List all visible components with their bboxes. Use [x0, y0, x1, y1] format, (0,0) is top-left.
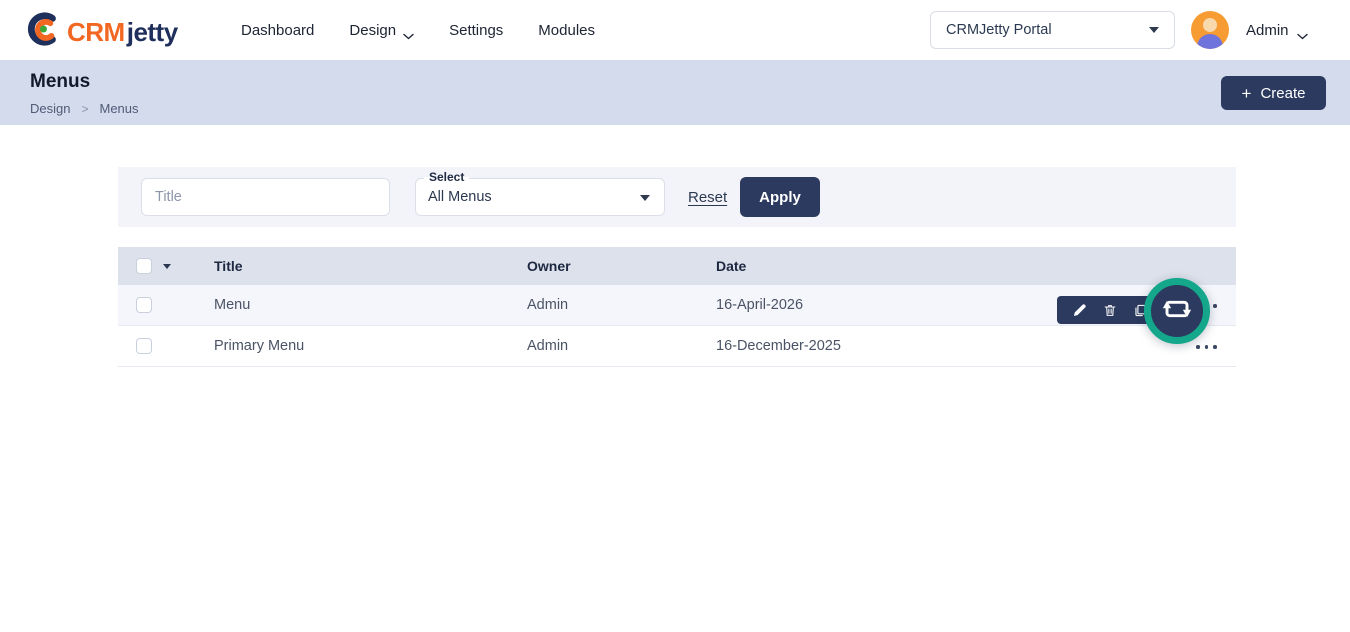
table-row[interactable]: Primary Menu Admin 16-December-2025 [118, 326, 1236, 367]
menus-table: Title Owner Date Menu Admin 16-April-202… [118, 247, 1236, 367]
cell-owner: Admin [527, 338, 716, 354]
delete-icon[interactable] [1101, 302, 1118, 319]
create-button[interactable]: + Create [1221, 76, 1326, 110]
column-header-owner[interactable]: Owner [527, 258, 716, 274]
brand-name-crm: CRM [67, 12, 125, 52]
row-select-cell [118, 297, 214, 313]
select-menu-caret-icon[interactable] [163, 264, 171, 269]
dropdown-caret-icon [640, 195, 650, 201]
cell-title: Menu [214, 297, 527, 313]
user-menu[interactable]: Admin [1246, 0, 1308, 60]
cell-date: 16-December-2025 [716, 338, 1236, 354]
page-title: Menus [30, 71, 90, 93]
nav-item-dashboard[interactable]: Dashboard [241, 22, 314, 39]
topbar: CRM jetty Dashboard Design Settings Modu… [0, 0, 1350, 60]
nav-label: Settings [449, 22, 503, 39]
nav-label: Design [349, 22, 396, 39]
nav-item-modules[interactable]: Modules [538, 22, 595, 39]
user-name: Admin [1246, 22, 1289, 39]
dropdown-caret-icon [1149, 27, 1159, 33]
nav-item-settings[interactable]: Settings [449, 22, 503, 39]
filter-panel: Select All Menus Reset Apply [118, 167, 1236, 227]
chevron-down-icon [403, 27, 414, 34]
create-button-label: Create [1260, 85, 1305, 102]
cell-title: Primary Menu [214, 338, 527, 354]
table-header-select-cell [118, 258, 214, 274]
brand-name-jetty: jetty [127, 12, 178, 52]
select-all-checkbox[interactable] [136, 258, 152, 274]
breadcrumb: Design > Menus [30, 101, 139, 116]
avatar-head-shape [1203, 18, 1217, 32]
menu-type-select[interactable]: Select All Menus [415, 178, 665, 216]
breadcrumb-parent[interactable]: Design [30, 101, 70, 116]
page-header: Menus Design > Menus + Create [0, 60, 1350, 125]
nav-label: Dashboard [241, 22, 314, 39]
portal-select-value: CRMJetty Portal [946, 22, 1052, 38]
breadcrumb-current: Menus [99, 101, 138, 116]
row-checkbox[interactable] [136, 297, 152, 313]
brand-logo[interactable]: CRM jetty [25, 10, 178, 53]
row-checkbox[interactable] [136, 338, 152, 354]
title-filter-input[interactable] [141, 178, 390, 216]
cell-owner: Admin [527, 297, 716, 313]
plus-icon: + [1242, 85, 1252, 102]
repeat-icon [1161, 293, 1193, 330]
select-value: All Menus [428, 179, 492, 215]
user-avatar[interactable] [1191, 11, 1229, 49]
apply-button[interactable]: Apply [740, 177, 820, 217]
crmjetty-logo-icon [25, 10, 63, 53]
edit-icon[interactable] [1071, 302, 1088, 319]
row-select-cell [118, 338, 214, 354]
row-more-actions-button[interactable] [1196, 343, 1222, 351]
breadcrumb-separator-icon: > [81, 102, 88, 116]
crmjetty-app: CRM jetty Dashboard Design Settings Modu… [0, 0, 1350, 632]
reset-link[interactable]: Reset [688, 167, 727, 227]
table-header-row: Title Owner Date [118, 247, 1236, 285]
column-header-date[interactable]: Date [716, 258, 1236, 274]
nav-label: Modules [538, 22, 595, 39]
nav-item-design[interactable]: Design [349, 22, 414, 39]
chevron-down-icon [1297, 27, 1308, 34]
clone-repeat-button-highlighted[interactable] [1144, 278, 1210, 344]
portal-select[interactable]: CRMJetty Portal [930, 11, 1175, 49]
main-nav: Dashboard Design Settings Modules [241, 0, 595, 60]
column-header-title[interactable]: Title [214, 258, 527, 274]
avatar-body-shape [1197, 34, 1223, 49]
